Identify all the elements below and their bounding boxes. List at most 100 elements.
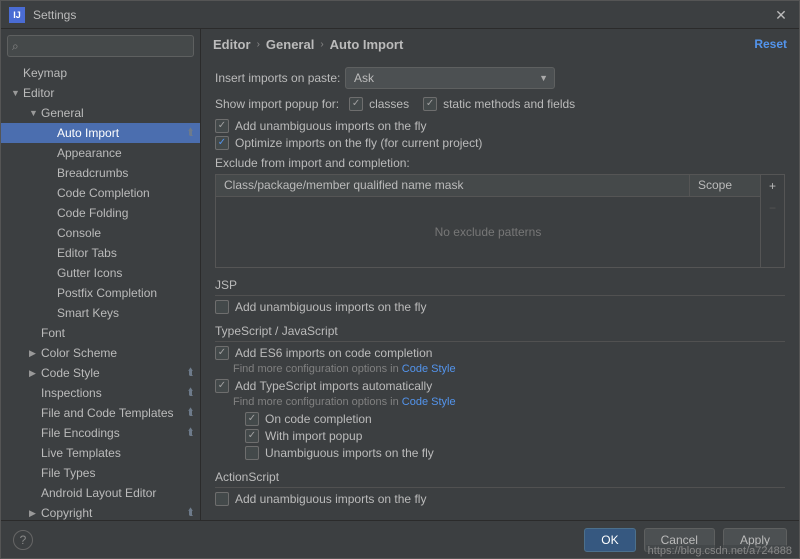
jsp-unambiguous-checkbox[interactable]: Add unambiguous imports on the fly: [215, 300, 785, 314]
tree-item-label: Copyright: [41, 506, 200, 520]
project-scope-icon: ⮬: [188, 387, 194, 398]
tree-item[interactable]: Appearance: [1, 143, 200, 163]
tree-item[interactable]: File Types: [1, 463, 200, 483]
tree-item-label: Android Layout Editor: [41, 486, 200, 500]
chevron-right-icon: ›: [320, 39, 323, 50]
tree-item[interactable]: Code Completion: [1, 183, 200, 203]
tree-item[interactable]: ▶Copyright⮬: [1, 503, 200, 520]
ok-button[interactable]: OK: [584, 528, 635, 552]
ts-section: TypeScript / JavaScript: [215, 324, 785, 342]
reset-link[interactable]: Reset: [754, 37, 787, 51]
popup-label: Show import popup for:: [215, 97, 339, 111]
settings-tree[interactable]: Keymap▼Editor▼GeneralAuto Import⮬Appeara…: [1, 63, 200, 520]
optimize-imports-checkbox[interactable]: Optimize imports on the fly (for current…: [215, 136, 785, 150]
tree-arrow-icon: ▶: [29, 368, 41, 379]
select-value: Ask: [354, 71, 374, 85]
breadcrumb: Editor › General › Auto Import Reset: [201, 29, 799, 59]
tree-arrow-icon: ▼: [11, 88, 23, 98]
tree-item[interactable]: Android Layout Editor: [1, 483, 200, 503]
tree-item-label: File and Code Templates: [41, 406, 200, 420]
exclude-label: Exclude from import and completion:: [215, 156, 785, 170]
exclude-table: Class/package/member qualified name mask…: [215, 174, 785, 268]
titlebar: IJ Settings ✕: [1, 1, 799, 29]
crumb-auto-import: Auto Import: [330, 37, 404, 52]
tree-item[interactable]: Font: [1, 323, 200, 343]
ts-unambiguous-checkbox[interactable]: Unambiguous imports on the fly: [245, 446, 785, 460]
tree-item-label: Font: [41, 326, 200, 340]
crumb-editor[interactable]: Editor: [213, 37, 251, 52]
tree-item-label: Postfix Completion: [57, 286, 200, 300]
tree-item[interactable]: ▶Code Style⮬: [1, 363, 200, 383]
project-scope-icon: ⮬: [188, 507, 194, 518]
tree-item-label: Keymap: [23, 66, 200, 80]
sidebar: ⌕ Keymap▼Editor▼GeneralAuto Import⮬Appea…: [1, 29, 201, 520]
chevron-down-icon: ▼: [539, 73, 548, 83]
tree-item-label: Gutter Icons: [57, 266, 200, 280]
popup-static-checkbox[interactable]: static methods and fields: [423, 97, 575, 111]
jsp-section: JSP: [215, 278, 785, 296]
tree-item-label: Smart Keys: [57, 306, 200, 320]
tree-item-label: Code Style: [41, 366, 200, 380]
project-scope-icon: ⮬: [188, 127, 194, 138]
search-wrap: ⌕: [7, 35, 194, 57]
tree-item[interactable]: ▶Color Scheme: [1, 343, 200, 363]
ts-hint2: Find more configuration options in Code …: [233, 396, 785, 408]
tree-item-label: Code Folding: [57, 206, 200, 220]
ts-es6-checkbox[interactable]: Add ES6 imports on code completion: [215, 346, 785, 360]
search-input[interactable]: [7, 35, 194, 57]
popup-classes-checkbox[interactable]: classes: [349, 97, 409, 111]
body: ⌕ Keymap▼Editor▼GeneralAuto Import⮬Appea…: [1, 29, 799, 520]
as-unambiguous-checkbox[interactable]: Add unambiguous imports on the fly: [215, 492, 785, 506]
window-title: Settings: [33, 8, 771, 22]
tree-item[interactable]: Postfix Completion: [1, 283, 200, 303]
tree-item[interactable]: Gutter Icons: [1, 263, 200, 283]
tree-item[interactable]: Inspections⮬: [1, 383, 200, 403]
tree-item[interactable]: Breadcrumbs: [1, 163, 200, 183]
as-section: ActionScript: [215, 470, 785, 488]
tree-item[interactable]: File and Code Templates⮬: [1, 403, 200, 423]
project-scope-icon: ⮬: [188, 407, 194, 418]
tree-item[interactable]: File Encodings⮬: [1, 423, 200, 443]
tree-item-label: Inspections: [41, 386, 200, 400]
tree-item[interactable]: Code Folding: [1, 203, 200, 223]
add-unambiguous-checkbox[interactable]: Add unambiguous imports on the fly: [215, 119, 785, 133]
tree-arrow-icon: ▶: [29, 348, 41, 359]
tree-item-label: Appearance: [57, 146, 200, 160]
code-style-link[interactable]: Code Style: [402, 396, 456, 408]
tree-item[interactable]: ▼Editor: [1, 83, 200, 103]
content: Insert imports on paste: Ask ▼ Show impo…: [201, 59, 799, 520]
exclude-remove-button[interactable]: −: [761, 197, 784, 219]
tree-item[interactable]: Keymap: [1, 63, 200, 83]
tree-item-label: Breadcrumbs: [57, 166, 200, 180]
ts-import-popup-checkbox[interactable]: With import popup: [245, 429, 785, 443]
main-panel: Editor › General › Auto Import Reset Ins…: [201, 29, 799, 520]
project-scope-icon: ⮬: [188, 367, 194, 378]
close-icon[interactable]: ✕: [771, 5, 791, 25]
tree-item-label: Code Completion: [57, 186, 200, 200]
tree-item[interactable]: Auto Import⮬: [1, 123, 200, 143]
tree-item[interactable]: Live Templates: [1, 443, 200, 463]
tree-arrow-icon: ▶: [29, 508, 41, 519]
tree-item[interactable]: Smart Keys: [1, 303, 200, 323]
insert-imports-select[interactable]: Ask ▼: [345, 67, 555, 89]
tree-item[interactable]: ▼General: [1, 103, 200, 123]
watermark: https://blog.csdn.net/a724888: [646, 545, 794, 557]
tree-item[interactable]: Editor Tabs: [1, 243, 200, 263]
ts-auto-checkbox[interactable]: Add TypeScript imports automatically: [215, 379, 785, 393]
insert-imports-label: Insert imports on paste:: [215, 71, 345, 85]
exclude-add-button[interactable]: +: [761, 175, 784, 197]
ts-on-completion-checkbox[interactable]: On code completion: [245, 412, 785, 426]
tree-item-label: Console: [57, 226, 200, 240]
help-button[interactable]: ?: [13, 530, 33, 550]
settings-window: IJ Settings ✕ ⌕ Keymap▼Editor▼GeneralAut…: [0, 0, 800, 559]
tree-item-label: Auto Import: [57, 126, 200, 140]
project-scope-icon: ⮬: [188, 427, 194, 438]
app-icon: IJ: [9, 7, 25, 23]
code-style-link[interactable]: Code Style: [402, 363, 456, 375]
chevron-right-icon: ›: [257, 39, 260, 50]
tree-item-label: Live Templates: [41, 446, 200, 460]
exclude-header-scope: Scope: [690, 175, 760, 196]
search-icon: ⌕: [12, 39, 19, 54]
crumb-general[interactable]: General: [266, 37, 314, 52]
tree-item[interactable]: Console: [1, 223, 200, 243]
